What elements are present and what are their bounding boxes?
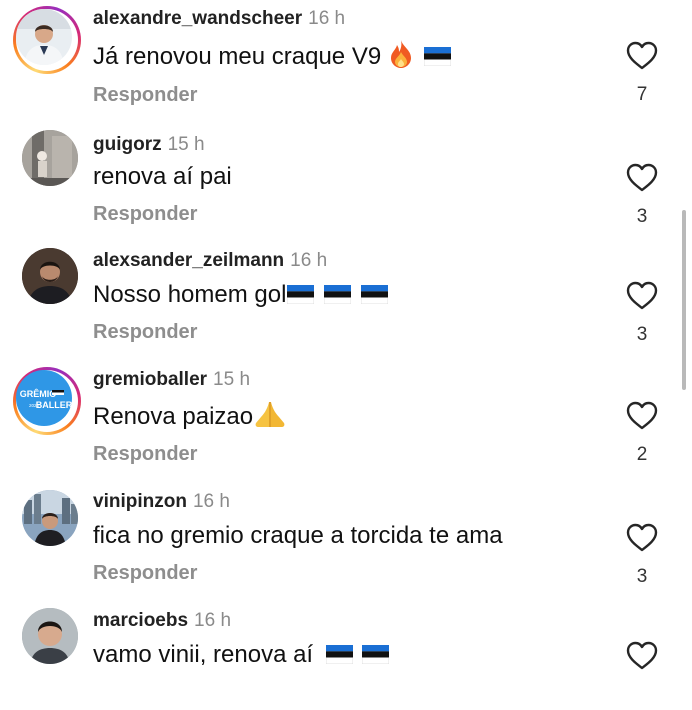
reply-button[interactable]: Responder <box>93 202 197 226</box>
like-count: 2 <box>636 444 648 465</box>
pray-emoji <box>253 399 287 437</box>
comment-item: alexsander_zeilmann 16 h Nosso homem gol … <box>0 240 692 350</box>
like-count: 3 <box>636 566 648 587</box>
estonia-flag-emoji <box>323 282 352 305</box>
heart-icon[interactable] <box>625 40 659 72</box>
avatar-logo-text: 2025 <box>29 403 40 408</box>
story-ring[interactable]: GRÊMIO BALLER 2025 <box>13 367 81 435</box>
comment-text: Nosso homem gol <box>93 281 287 308</box>
comment-text-row: Renova paizao <box>93 399 287 437</box>
avatar[interactable] <box>16 9 72 65</box>
comment-time: 16 h <box>194 610 232 631</box>
fire-emoji <box>388 39 414 77</box>
comment-text: Já renovou meu craque V9 <box>93 43 382 70</box>
reply-button[interactable]: Responder <box>93 320 197 344</box>
comment-username[interactable]: marcioebs <box>93 610 188 631</box>
comment-text-row: fica no gremio craque a torcida te ama <box>93 521 503 551</box>
avatar[interactable] <box>22 248 78 304</box>
avatar[interactable] <box>22 608 78 664</box>
avatar-logo-text: GRÊMIO <box>20 388 57 399</box>
reply-button[interactable]: Responder <box>93 442 197 466</box>
comment-item: marcioebs 16 h vamo vinii, renova aí <box>0 600 692 710</box>
comment-text-row: Já renovou meu craque V9 <box>93 39 451 77</box>
like-count: 7 <box>636 84 648 105</box>
estonia-flag-emoji <box>325 642 354 665</box>
comment-item: vinipinzon 16 h fica no gremio craque a t… <box>0 480 692 590</box>
comment-text: renova aí pai <box>93 163 232 190</box>
comment-username[interactable]: alexsander_zeilmann <box>93 250 284 271</box>
comment-item: guigorz 15 h renova aí pai Responder 3 <box>0 120 692 230</box>
comment-text: Renova paizao <box>93 403 254 430</box>
like-count: 3 <box>636 324 648 345</box>
scrollbar[interactable] <box>682 210 686 390</box>
heart-icon[interactable] <box>625 280 659 312</box>
heart-icon[interactable] <box>625 400 659 432</box>
comment-item: alexandre_wandscheer 16 h Já renovou meu … <box>0 0 692 110</box>
comment-username[interactable]: vinipinzon <box>93 491 187 512</box>
story-ring[interactable] <box>13 6 81 74</box>
reply-button[interactable]: Responder <box>93 561 197 585</box>
comment-text-row: Nosso homem gol <box>93 280 389 310</box>
avatar[interactable]: GRÊMIO BALLER 2025 <box>16 370 72 426</box>
comment-item: GRÊMIO BALLER 2025 gremioballer 15 h Reno… <box>0 360 692 470</box>
estonia-flag-emoji <box>360 282 389 305</box>
comment-time: 16 h <box>308 8 346 29</box>
comment-time: 16 h <box>290 250 328 271</box>
comment-text-row: vamo vinii, renova aí <box>93 640 390 670</box>
reply-button[interactable]: Responder <box>93 83 197 107</box>
comment-time: 16 h <box>192 491 230 512</box>
heart-icon[interactable] <box>625 640 659 672</box>
comment-time: 15 h <box>167 134 205 155</box>
comment-username[interactable]: alexandre_wandscheer <box>93 8 302 29</box>
estonia-flag-emoji <box>287 282 315 305</box>
estonia-flag-emoji <box>423 44 451 67</box>
avatar-logo-text: BALLER <box>36 400 72 410</box>
comment-text: vamo vinii, renova aí <box>93 641 314 668</box>
comment-username[interactable]: guigorz <box>93 134 162 155</box>
avatar[interactable] <box>22 490 78 546</box>
estonia-flag-emoji <box>362 642 390 665</box>
comment-username[interactable]: gremioballer <box>93 369 207 390</box>
like-count: 3 <box>636 206 648 227</box>
avatar[interactable] <box>22 130 78 186</box>
comment-time: 15 h <box>213 369 251 390</box>
comment-text: fica no gremio craque a torcida te ama <box>93 522 503 549</box>
heart-icon[interactable] <box>625 522 659 554</box>
heart-icon[interactable] <box>625 162 659 194</box>
comment-text-row: renova aí pai <box>93 162 232 192</box>
